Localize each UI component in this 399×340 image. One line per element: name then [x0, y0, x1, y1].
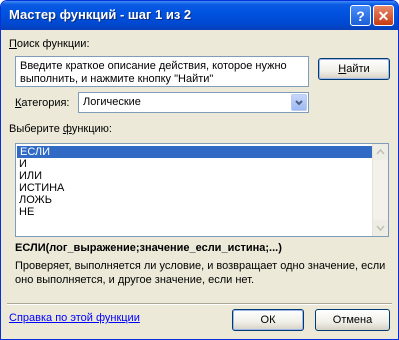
function-list: ЕСЛИ И ИЛИ ИСТИНА ЛОЖЬ НЕ	[16, 146, 373, 218]
function-item-istina[interactable]: ИСТИНА	[16, 182, 373, 194]
function-listbox[interactable]: ЕСЛИ И ИЛИ ИСТИНА ЛОЖЬ НЕ	[15, 143, 389, 237]
functions-label-text: ункцию:	[71, 123, 112, 135]
function-item-ne[interactable]: НЕ	[16, 206, 373, 218]
find-button-label: айти	[346, 63, 370, 75]
close-icon[interactable]: ✕	[373, 5, 394, 26]
search-label: Поиск функции:	[9, 38, 90, 50]
find-button[interactable]: Найти	[318, 58, 390, 80]
functions-label-accel: ф	[62, 123, 72, 135]
function-item-lozh[interactable]: ЛОЖЬ	[16, 194, 373, 206]
category-select[interactable]: Логические	[78, 92, 309, 113]
function-help-link[interactable]: Справка по этой функции	[9, 312, 140, 324]
category-label: Категория:	[15, 97, 70, 109]
ok-button[interactable]: ОК	[232, 309, 304, 331]
function-item-esli[interactable]: ЕСЛИ	[17, 146, 372, 158]
function-item-i[interactable]: И	[16, 158, 373, 170]
search-input-text: Введите краткое описание действия, котор…	[20, 60, 287, 85]
divider	[7, 303, 392, 305]
scroll-up-icon[interactable]	[373, 144, 388, 160]
help-icon[interactable]: ?	[350, 5, 371, 26]
window-title: Мастер функций - шаг 1 из 2	[9, 7, 192, 22]
functions-label: Выберите функцию:	[9, 123, 112, 135]
search-label-accel: П	[9, 38, 17, 50]
function-item-ili[interactable]: ИЛИ	[16, 170, 373, 182]
search-label-text: оиск функции:	[16, 38, 90, 50]
function-list-scrollbar[interactable]	[372, 144, 388, 236]
functions-label-prefix: Выберите	[9, 123, 63, 135]
search-input[interactable]: Введите краткое описание действия, котор…	[15, 56, 309, 87]
category-value: Логические	[83, 96, 141, 108]
function-wizard-dialog: Мастер функций - шаг 1 из 2 ? ✕ Поиск фу…	[0, 0, 399, 340]
cancel-button[interactable]: Отмена	[315, 309, 390, 331]
function-description: Проверяет, выполняется ли условие, и воз…	[15, 260, 386, 286]
title-bar[interactable]: Мастер функций - шаг 1 из 2 ? ✕	[1, 1, 398, 30]
function-signature: ЕСЛИ(лог_выражение;значение_если_истина;…	[15, 242, 282, 254]
category-label-text: атегория:	[21, 97, 70, 109]
chevron-down-icon[interactable]	[291, 94, 307, 111]
scroll-down-icon[interactable]	[373, 220, 388, 236]
